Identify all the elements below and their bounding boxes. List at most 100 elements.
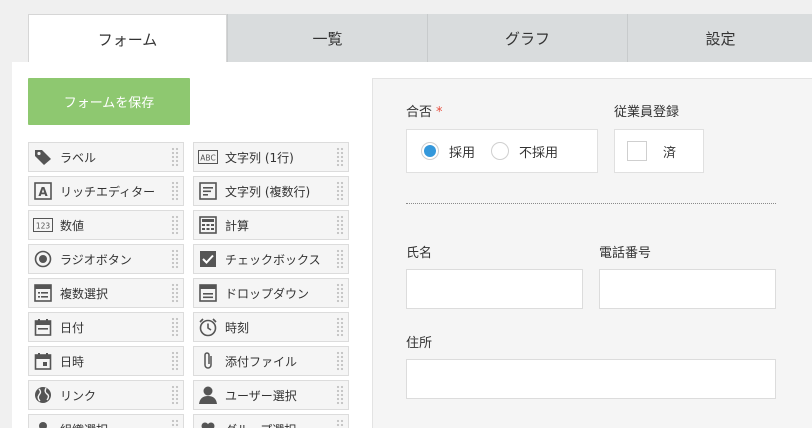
form-divider: [406, 203, 776, 204]
palette-field-item[interactable]: 添付ファイル: [193, 346, 349, 376]
drag-handle-icon[interactable]: [171, 385, 179, 405]
palette-field-item[interactable]: 計算: [193, 210, 349, 240]
palette-field-label: 計算: [225, 218, 250, 233]
palette-field-item[interactable]: 123 数値: [28, 210, 184, 240]
radio-unselected-icon[interactable]: [491, 142, 510, 160]
phone-input[interactable]: [599, 269, 776, 309]
drag-handle-icon[interactable]: [336, 249, 344, 269]
palette-field-label: 文字列 (複数行): [225, 184, 311, 199]
drag-handle-icon[interactable]: [171, 419, 179, 428]
drag-handle-icon[interactable]: [171, 215, 179, 235]
tab-form[interactable]: フォーム: [28, 14, 227, 63]
multi-select-icon: [33, 283, 53, 303]
drag-handle-icon[interactable]: [336, 283, 344, 303]
palette-field-label: グループ選択: [225, 421, 296, 428]
date-icon: [33, 317, 53, 337]
required-mark: *: [436, 105, 443, 120]
drag-handle-icon[interactable]: [336, 351, 344, 371]
palette-field-item[interactable]: 複数選択: [28, 278, 184, 308]
address-label: 住所: [406, 336, 433, 351]
datetime-icon: [33, 351, 53, 371]
radio-icon: [33, 249, 53, 269]
drag-handle-icon[interactable]: [171, 351, 179, 371]
drag-handle-icon[interactable]: [171, 147, 179, 167]
palette-field-label: ラジオボタン: [60, 252, 132, 267]
group-icon: [198, 419, 218, 428]
paperclip-icon: [198, 351, 218, 371]
tab-list[interactable]: 一覧: [227, 14, 427, 62]
radio-option-hire[interactable]: 採用: [421, 142, 475, 161]
palette-field-item[interactable]: グループ選択: [193, 414, 349, 428]
name-input[interactable]: [406, 269, 583, 309]
tab-settings[interactable]: 設定: [627, 14, 812, 62]
palette-field-item[interactable]: A リッチエディター: [28, 176, 184, 206]
tab-graph[interactable]: グラフ: [427, 14, 627, 62]
palette-field-label: 日付: [60, 320, 85, 335]
palette-field-item[interactable]: 組織選択: [28, 414, 184, 428]
palette-field-item[interactable]: チェックボックス: [193, 244, 349, 274]
radio-option-label: 採用: [449, 145, 476, 161]
palette-field-label: 数値: [60, 218, 85, 233]
palette-field-item[interactable]: 時刻: [193, 312, 349, 342]
tab-bar: フォーム 一覧 グラフ 設定: [28, 14, 812, 63]
palette-field-item[interactable]: 日付: [28, 312, 184, 342]
drag-handle-icon[interactable]: [336, 181, 344, 201]
text-abc-icon: ABC: [198, 147, 218, 167]
text-multiline-icon: [198, 181, 218, 201]
palette-field-item[interactable]: ラベル: [28, 142, 184, 172]
svg-text:A: A: [38, 185, 48, 199]
palette-field-label: リッチエディター: [60, 184, 156, 199]
radio-selected-icon[interactable]: [421, 142, 439, 160]
org-icon: [33, 419, 53, 428]
rich-editor-icon: A: [33, 181, 53, 201]
svg-text:123: 123: [36, 222, 51, 231]
palette-field-label: 複数選択: [60, 286, 109, 301]
radio-option-label: 不採用: [519, 145, 559, 161]
palette-field-label: ドロップダウン: [225, 286, 310, 301]
drag-handle-icon[interactable]: [171, 249, 179, 269]
palette-field-item[interactable]: リンク: [28, 380, 184, 410]
drag-handle-icon[interactable]: [336, 147, 344, 167]
pass-fail-radio-group: 採用 不採用: [406, 129, 598, 173]
palette-field-label: ラベル: [60, 150, 97, 165]
user-icon: [198, 385, 218, 405]
palette-field-item[interactable]: ラジオボタン: [28, 244, 184, 274]
drag-handle-icon[interactable]: [171, 181, 179, 201]
checkbox-option-label: 済: [663, 145, 677, 161]
number-icon: 123: [33, 215, 53, 235]
palette-field-label: 時刻: [225, 320, 250, 335]
palette-field-label: 日時: [60, 354, 85, 369]
globe-icon: [33, 385, 53, 405]
save-form-button[interactable]: フォームを保存: [28, 78, 190, 125]
drag-handle-icon[interactable]: [336, 385, 344, 405]
radio-option-reject[interactable]: 不採用: [491, 142, 558, 161]
form-canvas: 合否 * 採用 不採用 従業員登録 済 氏名 電話番号 住所: [372, 78, 812, 428]
palette-field-label: 組織選択: [60, 421, 108, 428]
palette-field-item[interactable]: ドロップダウン: [193, 278, 349, 308]
checkbox[interactable]: [627, 141, 647, 161]
palette-field-label: ユーザー選択: [225, 388, 297, 403]
palette-field-item[interactable]: ABC 文字列 (1行): [193, 142, 349, 172]
drag-handle-icon[interactable]: [336, 215, 344, 235]
phone-label: 電話番号: [599, 246, 652, 261]
tag-icon: [33, 147, 53, 167]
drag-handle-icon[interactable]: [171, 317, 179, 337]
svg-text:ABC: ABC: [200, 154, 215, 163]
pass-fail-label-text: 合否: [406, 105, 433, 120]
palette-field-item[interactable]: 文字列 (複数行): [193, 176, 349, 206]
address-input[interactable]: [406, 359, 776, 399]
palette-field-item[interactable]: ユーザー選択: [193, 380, 349, 410]
drag-handle-icon[interactable]: [336, 419, 344, 428]
pass-fail-label: 合否 *: [406, 101, 443, 120]
checkbox-icon: [198, 249, 218, 269]
palette-field-label: 添付ファイル: [225, 354, 298, 369]
drag-handle-icon[interactable]: [171, 283, 179, 303]
employee-registration-checkbox-group: 済: [614, 129, 704, 173]
drag-handle-icon[interactable]: [336, 317, 344, 337]
form-editor-panel: フォームを保存 ラベル ABC 文字列 (1行) A リッチエディター 文字列 (複数行)…: [12, 62, 812, 428]
clock-icon: [198, 317, 218, 337]
calculator-icon: [198, 215, 218, 235]
name-label: 氏名: [406, 246, 433, 261]
dropdown-icon: [198, 283, 218, 303]
palette-field-item[interactable]: 日時: [28, 346, 184, 376]
